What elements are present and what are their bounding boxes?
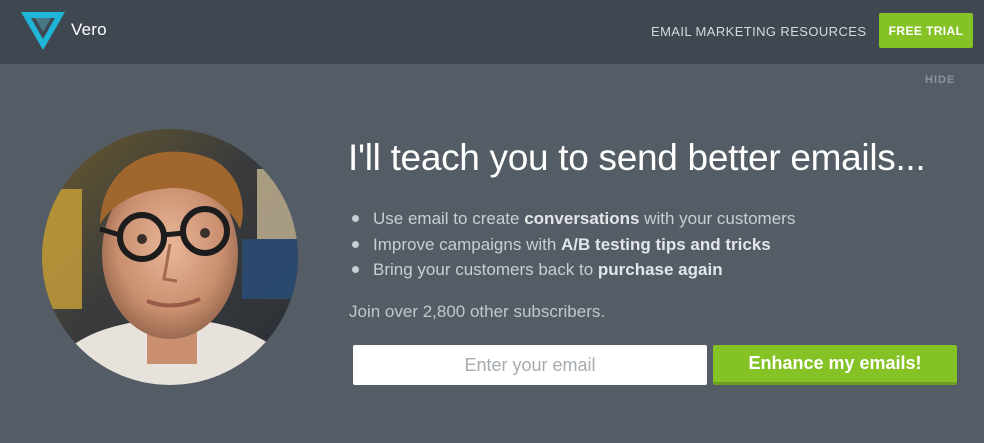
bullet-text: Bring your customers back to: [373, 260, 598, 279]
subscriber-count-text: Join over 2,800 other subscribers.: [349, 302, 606, 321]
free-trial-button[interactable]: FREE TRIAL: [879, 13, 973, 48]
list-item: Bring your customers back to purchase ag…: [352, 257, 795, 283]
email-input[interactable]: [353, 345, 707, 385]
bullet-dot-icon: [352, 240, 359, 248]
top-navigation-bar: Vero EMAIL MARKETING RESOURCES FREE TRIA…: [0, 0, 984, 64]
bullet-emphasis: conversations: [524, 209, 640, 228]
vero-logo-icon[interactable]: [21, 12, 65, 50]
bullet-text: with your customers: [639, 209, 796, 228]
banner-headline: I'll teach you to send better emails...: [348, 137, 926, 178]
bullet-dot-icon: [352, 215, 359, 222]
bullet-emphasis: purchase again: [597, 260, 723, 279]
brand-name[interactable]: Vero: [71, 20, 107, 40]
bullet-dot-icon: [352, 266, 359, 273]
bullet-text: Use email to create: [373, 209, 525, 228]
email-marketing-resources-link[interactable]: EMAIL MARKETING RESOURCES: [651, 24, 866, 39]
hide-banner-link[interactable]: HIDE: [925, 74, 955, 86]
list-item: Improve campaigns with A/B testing tips …: [352, 232, 795, 258]
author-avatar: [42, 129, 298, 385]
bullet-text: Improve campaigns with: [373, 234, 562, 254]
enhance-emails-button[interactable]: Enhance my emails!: [713, 345, 957, 385]
bullet-emphasis: A/B testing tips and tricks: [561, 234, 771, 254]
benefits-list: Use email to create conversations with y…: [352, 206, 795, 283]
author-portrait-image: [42, 129, 298, 385]
list-item: Use email to create conversations with y…: [352, 206, 795, 232]
